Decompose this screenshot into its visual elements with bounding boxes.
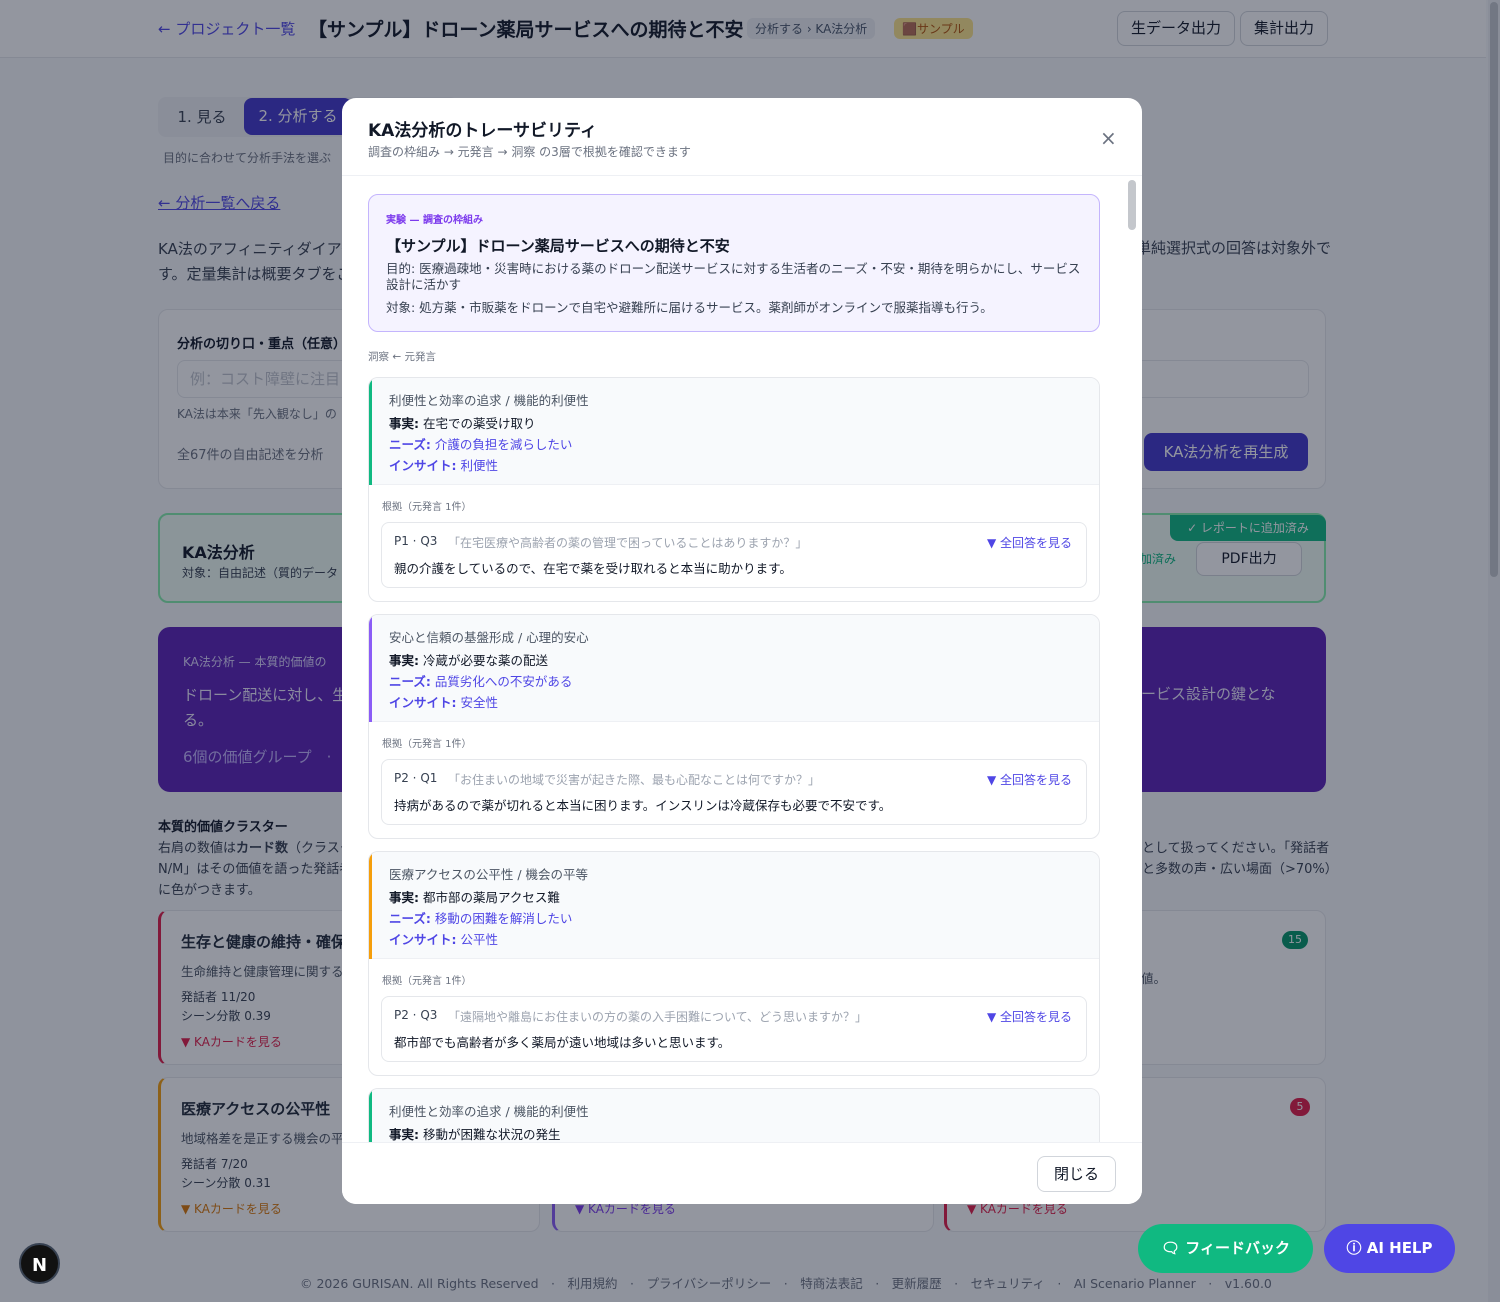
- insight-value: インサイト: 安全性: [389, 695, 498, 710]
- evidence-label: 根拠（元発言 1件）: [382, 739, 472, 750]
- insight-color-bar: [369, 852, 372, 959]
- modal-scrollbar[interactable]: [1128, 180, 1136, 230]
- close-button[interactable]: 閉じる: [1037, 1156, 1116, 1192]
- view-all-answers-link[interactable]: ▼ 全回答を見る: [987, 534, 1072, 551]
- frame-title: 【サンプル】ドローン薬局サービスへの期待と不安: [386, 237, 730, 255]
- ai-help-button[interactable]: ⓘ AI HELP: [1324, 1224, 1455, 1273]
- insight-need: ニーズ: 介護の負担を減らしたい: [389, 437, 573, 452]
- evidence-quote: P2 · Q3 「遠隔地や離島にお住まいの方の薬の入手困難について、どう思います…: [381, 996, 1087, 1062]
- insight-card: 利便性と効率の追求 / 機能的利便性 事実: 在宅での薬受け取り ニーズ: 介護…: [368, 377, 1100, 602]
- insight-category: 医療アクセスの公平性 / 機会の平等: [389, 867, 589, 882]
- view-all-answers-link[interactable]: ▼ 全回答を見る: [987, 771, 1072, 788]
- insight-fact: 事実: 移動が困難な状況の発生: [389, 1127, 561, 1142]
- next-logo-icon[interactable]: N: [19, 1243, 60, 1284]
- view-all-answers-link[interactable]: ▼ 全回答を見る: [987, 1008, 1072, 1025]
- feedback-button[interactable]: 🗨 フィードバック: [1138, 1224, 1313, 1273]
- close-icon[interactable]: ×: [1100, 126, 1117, 150]
- question-text: 「在宅医療や高齢者の薬の管理で困っていることはありますか？」: [448, 536, 808, 550]
- insight-card: 利便性と効率の追求 / 機能的利便性 事実: 移動が困難な状況の発生: [368, 1088, 1100, 1142]
- evidence-quote: P1 · Q3 「在宅医療や高齢者の薬の管理で困っていることはありますか？」 ▼…: [381, 522, 1087, 588]
- modal-footer: 閉じる: [342, 1142, 1142, 1204]
- insight-color-bar: [369, 378, 372, 485]
- answer-text: 親の介護をしているので、在宅で薬を受け取れると本当に助かります。: [394, 561, 792, 576]
- experiment-frame-card: 実験 — 調査の枠組み 【サンプル】ドローン薬局サービスへの期待と不安 目的: …: [368, 194, 1100, 332]
- evidence-label: 根拠（元発言 1件）: [382, 976, 472, 987]
- insight-card: 医療アクセスの公平性 / 機会の平等 事実: 都市部の薬局アクセス難 ニーズ: …: [368, 851, 1100, 1076]
- section-label: 洞察 ← 元発言: [368, 351, 436, 363]
- modal-header: KA法分析のトレーサビリティ 調査の枠組み → 元発言 → 洞察 の3層で根拠を…: [342, 98, 1142, 176]
- insight-color-bar: [369, 615, 372, 722]
- question-text: 「お住まいの地域で災害が起きた際、最も心配なことは何ですか？」: [448, 773, 821, 787]
- insight-fact: 事実: 冷蔵が必要な薬の配送: [389, 653, 548, 668]
- evidence-label: 根拠（元発言 1件）: [382, 502, 472, 513]
- insight-category: 利便性と効率の追求 / 機能的利便性: [389, 1104, 589, 1119]
- insight-category: 利便性と効率の追求 / 機能的利便性: [389, 393, 589, 408]
- answer-text: 都市部でも高齢者が多く薬局が遠い地域は多いと思います。: [394, 1035, 731, 1050]
- answer-text: 持病があるので薬が切れると本当に困ります。インスリンは冷蔵保存も必要で不安です。: [394, 798, 892, 813]
- insight-need: ニーズ: 品質劣化への不安がある: [389, 674, 573, 689]
- insight-color-bar: [369, 1089, 372, 1142]
- insight-category: 安心と信頼の基盤形成 / 心理的安心: [389, 630, 589, 645]
- evidence-quote: P2 · Q1 「お住まいの地域で災害が起きた際、最も心配なことは何ですか？」 …: [381, 759, 1087, 825]
- insight-card: 安心と信頼の基盤形成 / 心理的安心 事実: 冷蔵が必要な薬の配送 ニーズ: 品…: [368, 614, 1100, 839]
- insight-value: インサイト: 利便性: [389, 458, 498, 473]
- insight-need: ニーズ: 移動の困難を解消したい: [389, 911, 573, 926]
- question-id: P2 · Q1: [394, 771, 438, 785]
- frame-goal: 目的: 医療過疎地・災害時における薬のドローン配送サービスに対する生活者のニーズ…: [386, 261, 1081, 292]
- insight-fact: 事実: 都市部の薬局アクセス難: [389, 890, 560, 905]
- modal-body: 実験 — 調査の枠組み 【サンプル】ドローン薬局サービスへの期待と不安 目的: …: [342, 177, 1142, 1142]
- question-id: P1 · Q3: [394, 534, 438, 548]
- modal-subtitle: 調査の枠組み → 元発言 → 洞察 の3層で根拠を確認できます: [368, 145, 691, 159]
- traceability-modal: KA法分析のトレーサビリティ 調査の枠組み → 元発言 → 洞察 の3層で根拠を…: [342, 98, 1142, 1204]
- insight-value: インサイト: 公平性: [389, 932, 498, 947]
- question-id: P2 · Q3: [394, 1008, 438, 1022]
- frame-target: 対象: 処方薬・市販薬をドローンで自宅や避難所に届けるサービス。薬剤師がオンライ…: [386, 300, 993, 315]
- insight-fact: 事実: 在宅での薬受け取り: [389, 416, 536, 431]
- frame-kicker: 実験 — 調査の枠組み: [386, 215, 483, 226]
- question-text: 「遠隔地や離島にお住まいの方の薬の入手困難について、どう思いますか？」: [448, 1010, 868, 1024]
- modal-title: KA法分析のトレーサビリティ: [368, 121, 597, 141]
